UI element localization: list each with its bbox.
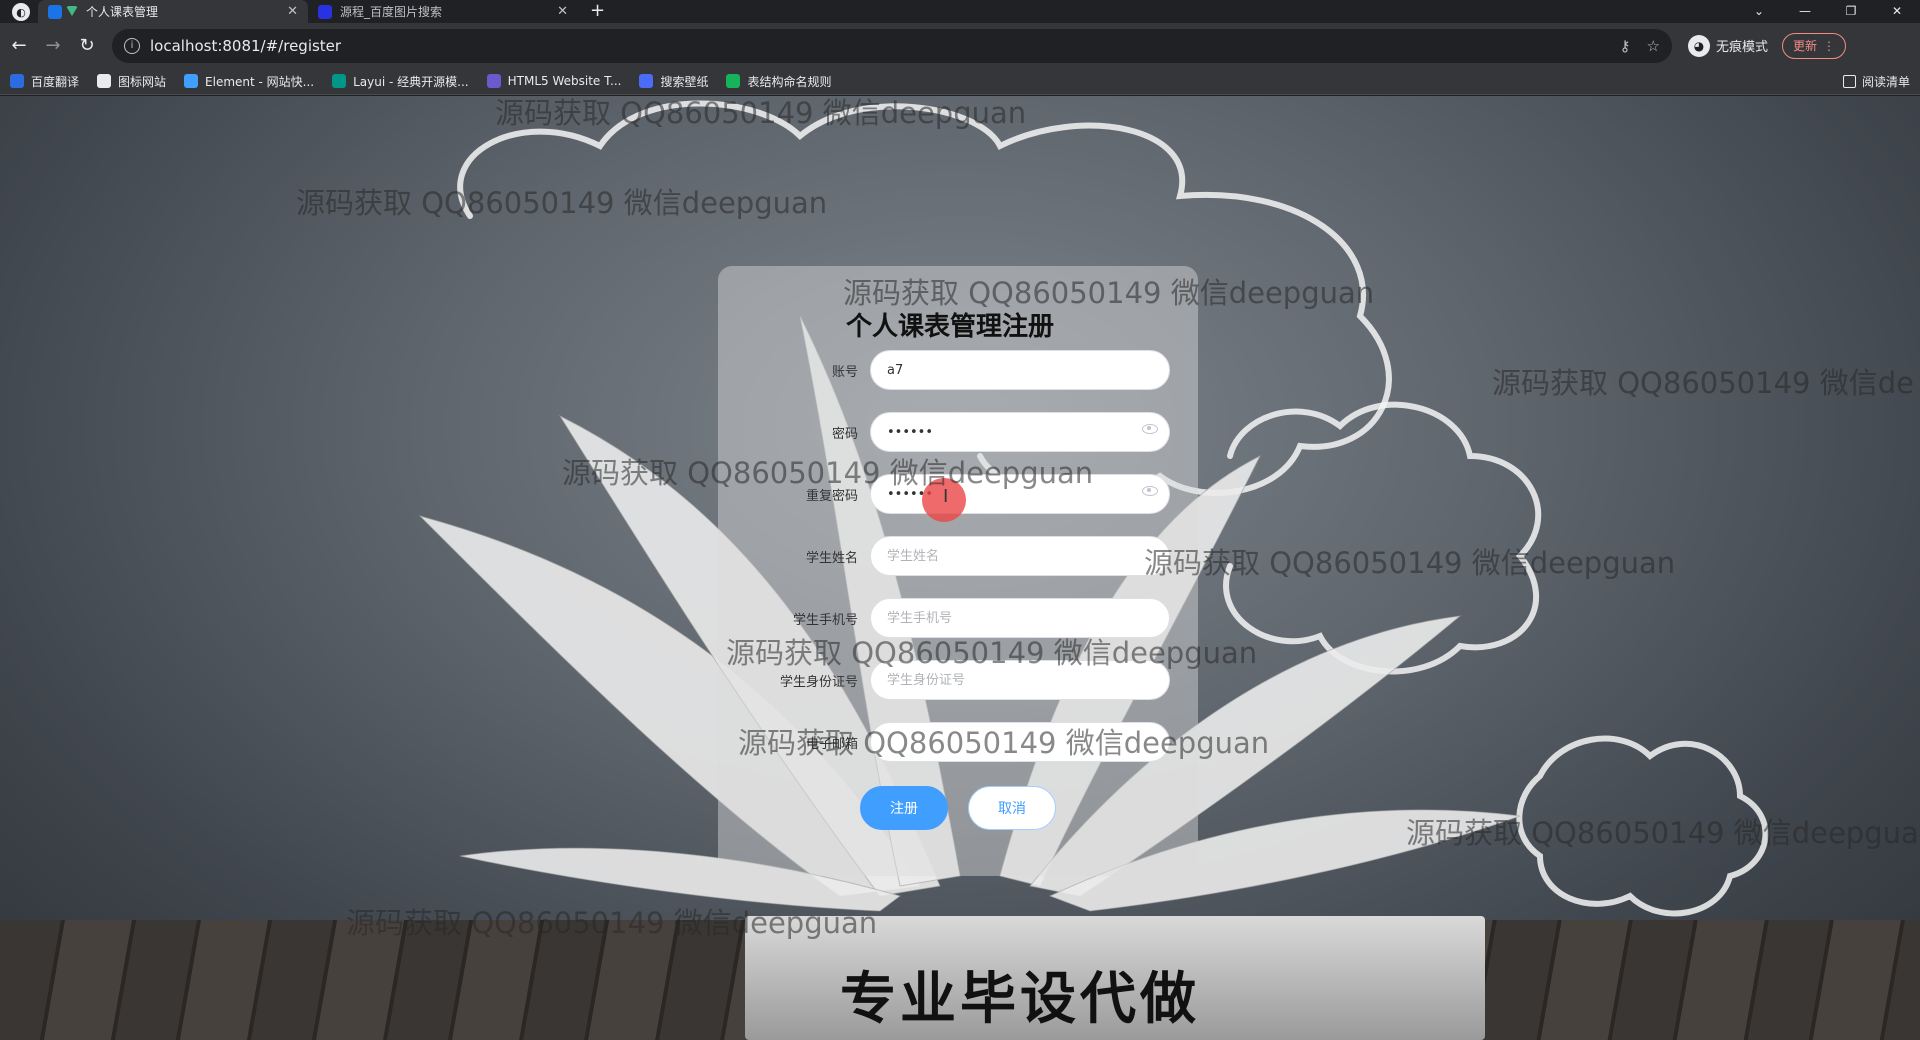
show-repeat-password-eye-icon[interactable] [1142, 486, 1158, 496]
cloud-doodle-small [1516, 735, 1769, 917]
bookmark-item[interactable]: HTML5 Website T... [486, 74, 622, 88]
back-button[interactable]: ← [4, 31, 34, 61]
reading-list-button[interactable]: 阅读清单 [1842, 73, 1910, 90]
bookmark-icon [639, 74, 654, 88]
password-label: 密码 [831, 427, 858, 442]
browser-tab-strip: ◐ 个人课表管理 ✕ 源程_百度图片搜索 ✕ + ⌄ — ❐ ✕ [0, 0, 1920, 23]
tab-register[interactable]: 个人课表管理 ✕ [38, 0, 308, 23]
password-key-icon[interactable]: ⚷ [1620, 37, 1631, 55]
url-text[interactable]: localhost:8081/#/register [150, 37, 1604, 55]
bookmark-icon [332, 74, 347, 88]
form-row-email: 电子邮箱 [718, 722, 1198, 762]
bookmarks-bar: 百度翻译 图标网站 Element - 网站快... Layui - 经典开源模...… [0, 68, 1920, 95]
close-window-button[interactable]: ✕ [1874, 0, 1920, 22]
bookmark-item[interactable]: 百度翻译 [10, 73, 79, 90]
bookmark-icon [10, 74, 24, 88]
incognito-icon: ◕ [1688, 34, 1710, 57]
student-id-input[interactable] [870, 660, 1170, 700]
email-label: 电子邮箱 [805, 737, 858, 752]
bookmark-star-icon[interactable]: ☆ [1647, 37, 1660, 55]
bookmark-label: 图标网站 [118, 74, 167, 89]
site-info-icon[interactable]: i [124, 37, 140, 54]
update-label: 更新 [1793, 39, 1818, 53]
forward-button[interactable]: → [38, 31, 68, 61]
student-name-label: 学生姓名 [805, 551, 858, 566]
tab-baidu-images[interactable]: 源程_百度图片搜索 ✕ [308, 0, 578, 23]
browser-toolbar: ← → ↻ i localhost:8081/#/register ⚷ ☆ ◕ … [0, 23, 1920, 68]
tab-favicon-icon [48, 4, 62, 19]
bookmark-label: Element - 网站快... [205, 74, 315, 89]
repeat-password-input[interactable] [870, 474, 1170, 514]
cloud-doodle-medium [1223, 401, 1542, 675]
address-bar[interactable]: i localhost:8081/#/register ⚷ ☆ [112, 28, 1672, 63]
student-phone-label: 学生手机号 [792, 613, 858, 628]
student-name-input[interactable] [870, 536, 1170, 576]
repeat-password-label: 重复密码 [805, 489, 858, 504]
reading-list-icon [1842, 75, 1856, 88]
account-label: 账号 [831, 365, 858, 380]
register-button[interactable]: 注册 [860, 786, 948, 830]
form-row-account: 账号 [718, 350, 1198, 390]
more-menu-icon[interactable]: ⋮ [1823, 39, 1835, 53]
vue-favicon-icon [66, 5, 78, 18]
register-panel: 个人课表管理注册 账号 密码 重复密码 学生姓名 学生手机号 学生身份证号 [718, 266, 1198, 876]
cancel-button[interactable]: 取消 [968, 786, 1056, 830]
text-cursor-icon: I [943, 486, 949, 507]
password-input[interactable] [870, 412, 1170, 452]
minimize-button[interactable]: — [1782, 0, 1828, 22]
account-input[interactable] [870, 350, 1170, 390]
restore-button[interactable]: ❐ [1828, 0, 1874, 22]
tab-close-icon[interactable]: ✕ [557, 4, 568, 19]
browser-logo-icon: ◐ [12, 3, 30, 21]
bookmark-icon [486, 74, 501, 88]
bookmark-label: HTML5 Website T... [507, 74, 622, 88]
tab-title: 源程_百度图片搜索 [340, 5, 443, 19]
bookmark-item[interactable]: 搜索壁纸 [639, 73, 708, 90]
bookmark-item[interactable]: 表结构命名规则 [726, 73, 831, 90]
show-password-eye-icon[interactable] [1142, 424, 1158, 434]
form-row-student-name: 学生姓名 [718, 536, 1198, 576]
bookmark-label: 百度翻译 [31, 74, 80, 89]
form-row-student-phone: 学生手机号 [718, 598, 1198, 638]
form-row-password: 密码 [718, 412, 1198, 452]
bookmark-label: 表结构命名规则 [747, 74, 832, 89]
window-controls: ⌄ — ❐ ✕ [1736, 0, 1920, 22]
bookmark-icon [726, 74, 741, 88]
incognito-indicator[interactable]: ◕ 无痕模式 [1688, 34, 1769, 57]
tab-search-icon[interactable]: ⌄ [1736, 0, 1782, 22]
student-id-label: 学生身份证号 [779, 675, 858, 690]
bookmark-label: Layui - 经典开源模... [353, 74, 469, 89]
tab-title: 个人课表管理 [86, 5, 159, 19]
update-button[interactable]: 更新 ⋮ [1782, 32, 1847, 59]
reading-list-label: 阅读清单 [1861, 75, 1910, 89]
page-viewport: 专业毕设代做 个人课表管理注册 账号 密码 重复密码 学生姓名 学生手机号 学生… [0, 96, 1920, 1040]
form-row-student-id: 学生身份证号 [718, 660, 1198, 700]
student-phone-input[interactable] [870, 598, 1170, 638]
new-tab-button[interactable]: + [578, 0, 617, 23]
bookmark-item[interactable]: Element - 网站快... [184, 73, 314, 90]
bookmark-item[interactable]: 图标网站 [97, 73, 166, 90]
incognito-label: 无痕模式 [1716, 40, 1769, 55]
page-title: 个人课表管理注册 [846, 312, 1055, 342]
bookmark-icon [97, 74, 112, 88]
reload-button[interactable]: ↻ [72, 31, 102, 61]
email-input[interactable] [870, 722, 1170, 762]
tab-close-icon[interactable]: ✕ [287, 4, 298, 19]
baidu-favicon-icon [318, 4, 332, 19]
banner-slogan: 专业毕设代做 [840, 967, 1200, 1032]
bookmark-icon [184, 74, 199, 88]
bookmark-label: 搜索壁纸 [660, 74, 709, 89]
bookmark-item[interactable]: Layui - 经典开源模... [332, 73, 469, 90]
